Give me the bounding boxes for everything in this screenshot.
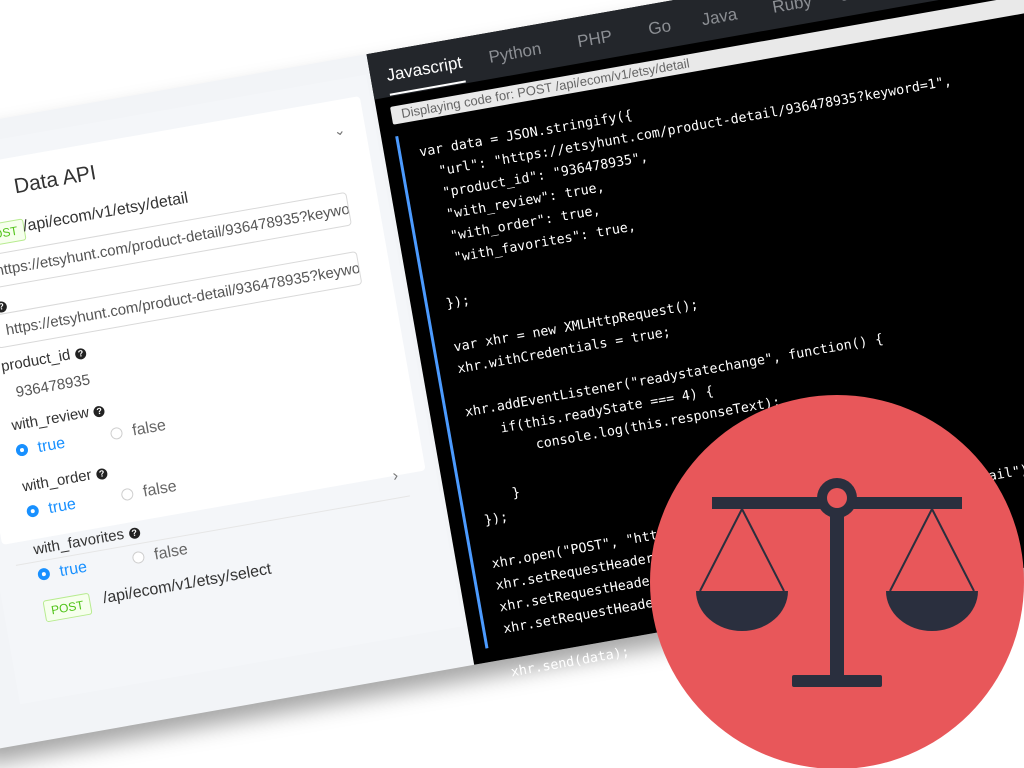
with-review-true-label[interactable]: true — [36, 435, 66, 457]
method-badge: POST — [42, 592, 93, 623]
card-title: Data API — [12, 161, 98, 199]
chevron-down-icon[interactable]: ⌄ — [332, 121, 347, 140]
with-favorites-true-label[interactable]: true — [58, 559, 88, 581]
with-favorites-false-radio[interactable] — [131, 550, 146, 565]
tab-go[interactable]: Go — [647, 16, 673, 40]
with-review-false-label[interactable]: false — [131, 417, 167, 440]
scales-of-justice-icon — [650, 395, 1024, 768]
with-order-false-radio[interactable] — [120, 487, 135, 502]
question-circle-icon: ? — [95, 467, 109, 481]
tab-javascript[interactable]: Javascript — [384, 52, 466, 96]
api-card: Data API ⌄ POST /api/ecom/v1/etsy/detail… — [0, 96, 426, 545]
with-order-false-label[interactable]: false — [142, 478, 178, 501]
tab-curl[interactable]: cUrl — [838, 0, 871, 6]
question-circle-icon: ? — [128, 526, 141, 540]
with-order-true-label[interactable]: true — [47, 496, 77, 518]
tab-php[interactable]: PHP — [576, 26, 614, 52]
with-favorites-false-label[interactable]: false — [153, 541, 189, 564]
tab-ruby[interactable]: Ruby — [771, 0, 814, 18]
stage: Data API ⌄ POST /api/ecom/v1/etsy/detail… — [0, 0, 1024, 768]
question-circle-icon: ? — [92, 405, 106, 418]
tab-python[interactable]: Python — [487, 39, 543, 68]
with-favorites-true-radio[interactable] — [36, 567, 51, 582]
tab-java[interactable]: Java — [700, 4, 739, 30]
question-circle-icon: ? — [74, 347, 88, 361]
with-review-true-radio[interactable] — [15, 443, 29, 458]
with-order-label: with_order? — [21, 464, 109, 495]
question-circle-icon: ? — [0, 300, 8, 314]
with-order-true-radio[interactable] — [25, 504, 40, 519]
with-review-false-radio[interactable] — [109, 426, 124, 441]
